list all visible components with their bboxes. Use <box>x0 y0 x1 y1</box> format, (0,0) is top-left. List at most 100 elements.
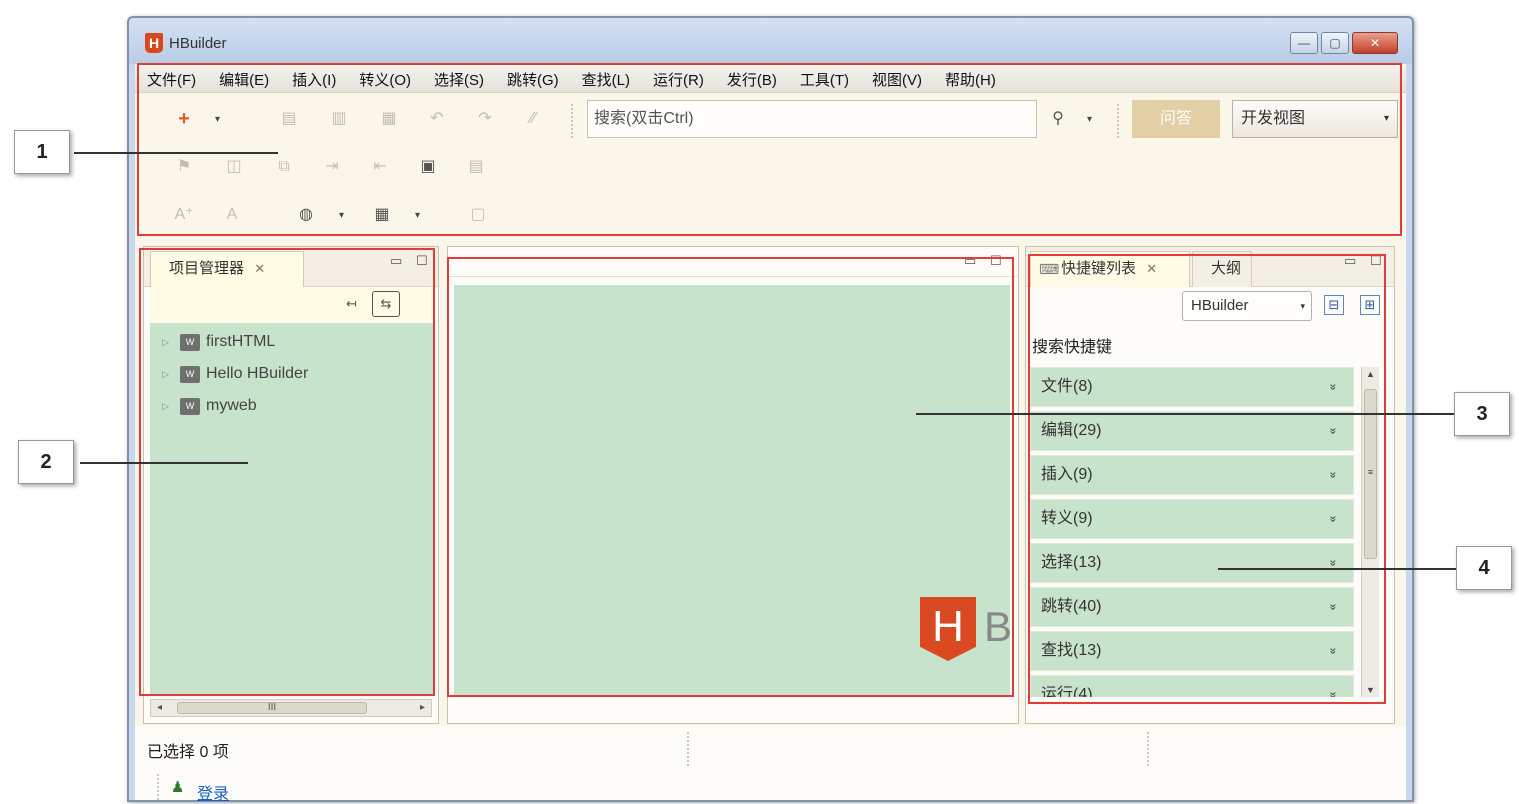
vertical-scrollbar[interactable]: ▲ ≡ ▼ <box>1361 367 1379 697</box>
menu-help[interactable]: 帮助(H) <box>945 69 996 90</box>
toolbar-separator <box>571 104 573 138</box>
expand-all-button[interactable]: ⊞ <box>1360 295 1380 315</box>
tab-outline[interactable]: 大纲 <box>1192 251 1252 287</box>
copy-icon[interactable]: ⧉ <box>273 156 295 178</box>
link-editor-icon[interactable]: ⇆ <box>372 291 400 317</box>
menu-goto[interactable]: 跳转(G) <box>507 69 559 90</box>
menu-publish[interactable]: 发行(B) <box>727 69 777 90</box>
list-item[interactable]: 转义(9) » <box>1030 499 1354 539</box>
list-item[interactable]: 编辑(29) » <box>1030 411 1354 451</box>
minimize-view-icon[interactable]: ▭ <box>964 253 976 269</box>
minimize-view-icon[interactable]: ▭ <box>390 253 402 269</box>
tab-project-manager[interactable]: 项目管理器 ✕ <box>150 251 304 287</box>
close-button[interactable]: ✕ <box>1352 32 1398 54</box>
menu-select[interactable]: 选择(S) <box>434 69 484 90</box>
app-window: H HBuilder — ▢ ✕ 文件(F) 编辑(E) 插入(I) 转义(O)… <box>127 16 1414 803</box>
console-icon[interactable]: ▢ <box>467 204 489 226</box>
scroll-left-icon[interactable]: ◂ <box>157 702 162 713</box>
search-icon[interactable]: ⚲ <box>1047 108 1069 130</box>
expand-caret-icon[interactable]: ▷ <box>162 401 174 412</box>
tree-item[interactable]: ▷ W Hello HBuilder <box>162 365 308 383</box>
menu-find[interactable]: 查找(L) <box>582 69 630 90</box>
new-file-icon[interactable]: + <box>173 108 195 130</box>
tree-item[interactable]: ▷ W myweb <box>162 397 257 415</box>
collapse-all-icon[interactable]: ↤ <box>346 296 357 312</box>
undo-icon[interactable]: ↶ <box>426 108 448 130</box>
bookmark-icon[interactable]: ⚑ <box>173 156 195 178</box>
tree-item[interactable]: ▷ W firstHTML <box>162 333 275 351</box>
expand-chevron-icon[interactable]: » <box>1315 516 1353 523</box>
new-dropdown-arrow-icon[interactable]: ▾ <box>215 114 220 125</box>
run-dropdown-arrow-icon[interactable]: ▾ <box>415 210 420 221</box>
code-block-icon[interactable]: ▣ <box>417 156 439 178</box>
web-project-icon: W <box>180 397 200 415</box>
split-icon[interactable]: ◫ <box>223 156 245 178</box>
save-icon[interactable]: ▤ <box>278 108 300 130</box>
list-item[interactable]: 运行(4) » <box>1030 675 1354 697</box>
status-area: 已选择 0 项 ♟ 登录 <box>135 726 1406 803</box>
shortcut-scheme-select[interactable]: HBuilder ▾ <box>1182 291 1312 321</box>
shortcut-panel: ⌨ 快捷键列表 ✕ 大纲 ▭ ☐ HBuilder ▾ ⊟ ⊞ 搜索快捷键 文件… <box>1025 246 1395 724</box>
scroll-thumb[interactable]: III <box>177 702 367 714</box>
scheme-value: HBuilder <box>1191 297 1249 314</box>
maximize-button[interactable]: ▢ <box>1321 32 1349 54</box>
preview-dropdown-arrow-icon[interactable]: ▾ <box>339 210 344 221</box>
document-icon[interactable]: ▤ <box>465 156 487 178</box>
scroll-right-icon[interactable]: ▸ <box>420 702 425 713</box>
login-link[interactable]: 登录 <box>197 780 229 804</box>
maximize-view-icon[interactable]: ☐ <box>416 253 428 269</box>
move-right-icon[interactable]: ⇥ <box>321 156 343 178</box>
move-left-icon[interactable]: ⇤ <box>369 156 391 178</box>
ask-button[interactable]: 问答 <box>1132 100 1220 138</box>
search-dropdown-arrow-icon[interactable]: ▾ <box>1087 114 1092 125</box>
horizontal-scrollbar[interactable]: ◂ III ▸ <box>150 699 432 717</box>
category-label: 文件(8) <box>1041 378 1093 395</box>
list-item[interactable]: 插入(9) » <box>1030 455 1354 495</box>
menu-tools[interactable]: 工具(T) <box>800 69 849 90</box>
menu-escape[interactable]: 转义(O) <box>359 69 411 90</box>
close-icon[interactable]: ✕ <box>254 261 265 276</box>
format-icon[interactable]: ⁄⁄ <box>522 108 544 130</box>
font-increase-icon[interactable]: A⁺ <box>173 204 195 226</box>
perspective-select[interactable]: 开发视图 ▾ <box>1232 100 1398 138</box>
menu-file[interactable]: 文件(F) <box>147 69 196 90</box>
list-item[interactable]: 选择(13) » <box>1030 543 1354 583</box>
expand-chevron-icon[interactable]: » <box>1315 560 1353 567</box>
browser-preview-icon[interactable]: ◍ <box>295 204 317 226</box>
expand-chevron-icon[interactable]: » <box>1315 384 1353 391</box>
maximize-view-icon[interactable]: ☐ <box>1370 253 1382 269</box>
scroll-up-icon[interactable]: ▲ <box>1362 369 1379 379</box>
list-item[interactable]: 查找(13) » <box>1030 631 1354 671</box>
expand-chevron-icon[interactable]: » <box>1315 472 1353 479</box>
font-decrease-icon[interactable]: A <box>221 204 243 226</box>
search-input[interactable]: 搜索(双击Ctrl) <box>587 100 1037 138</box>
category-label: 编辑(29) <box>1041 422 1102 439</box>
menu-edit[interactable]: 编辑(E) <box>219 69 269 90</box>
callout-1: 1 <box>14 130 70 174</box>
title-bar[interactable]: H HBuilder — ▢ ✕ <box>129 18 1412 64</box>
expand-chevron-icon[interactable]: » <box>1315 648 1353 655</box>
expand-chevron-icon[interactable]: » <box>1315 428 1353 435</box>
redo-icon[interactable]: ↷ <box>474 108 496 130</box>
editor-panel: ▭ ☐ H B <box>447 246 1019 724</box>
expand-chevron-icon[interactable]: » <box>1315 604 1353 611</box>
expand-caret-icon[interactable]: ▷ <box>162 369 174 380</box>
save-all-icon[interactable]: ▥ <box>328 108 350 130</box>
web-project-icon: W <box>180 365 200 383</box>
list-item[interactable]: 跳转(40) » <box>1030 587 1354 627</box>
maximize-view-icon[interactable]: ☐ <box>990 253 1002 269</box>
expand-chevron-icon[interactable]: » <box>1315 692 1353 697</box>
close-icon[interactable]: ✕ <box>1146 261 1157 276</box>
menu-insert[interactable]: 插入(I) <box>292 69 336 90</box>
scroll-down-icon[interactable]: ▼ <box>1362 685 1379 695</box>
menu-view[interactable]: 视图(V) <box>872 69 922 90</box>
minimize-view-icon[interactable]: ▭ <box>1344 253 1356 269</box>
list-item[interactable]: 文件(8) » <box>1030 367 1354 407</box>
tab-shortcut-list[interactable]: ⌨ 快捷键列表 ✕ <box>1030 251 1190 287</box>
menu-run[interactable]: 运行(R) <box>653 69 704 90</box>
minimize-button[interactable]: — <box>1290 32 1318 54</box>
run-device-icon[interactable]: ▦ <box>371 204 393 226</box>
close-file-icon[interactable]: ▦ <box>378 108 400 130</box>
expand-caret-icon[interactable]: ▷ <box>162 337 174 348</box>
collapse-all-button[interactable]: ⊟ <box>1324 295 1344 315</box>
